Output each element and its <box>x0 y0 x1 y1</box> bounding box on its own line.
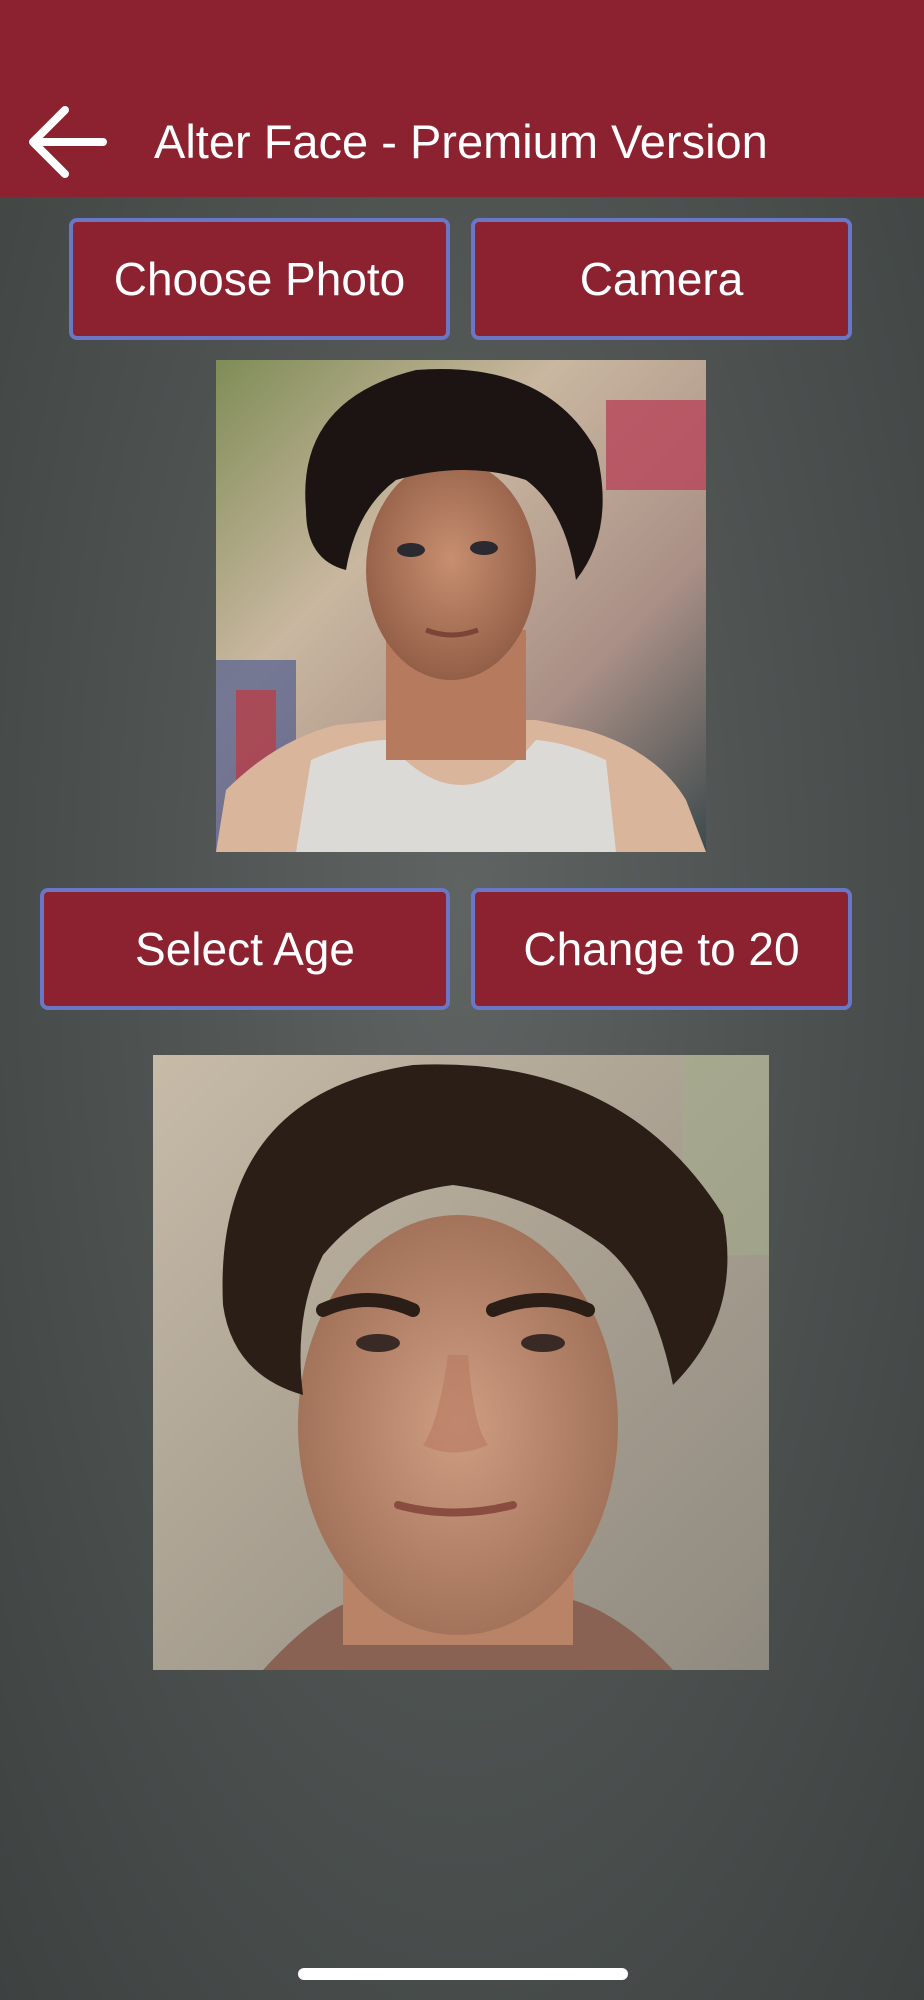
camera-button[interactable]: Camera <box>471 218 852 340</box>
result-photo <box>153 1055 769 1670</box>
arrow-left-icon <box>29 106 107 178</box>
page-title: Alter Face - Premium Version <box>154 115 768 168</box>
home-indicator <box>298 1968 628 1980</box>
choose-photo-button[interactable]: Choose Photo <box>69 218 450 340</box>
back-button[interactable] <box>22 100 112 184</box>
change-age-button[interactable]: Change to 20 <box>471 888 852 1010</box>
app-header: Alter Face - Premium Version <box>0 0 924 197</box>
original-photo <box>216 360 706 852</box>
select-age-button[interactable]: Select Age <box>40 888 450 1010</box>
